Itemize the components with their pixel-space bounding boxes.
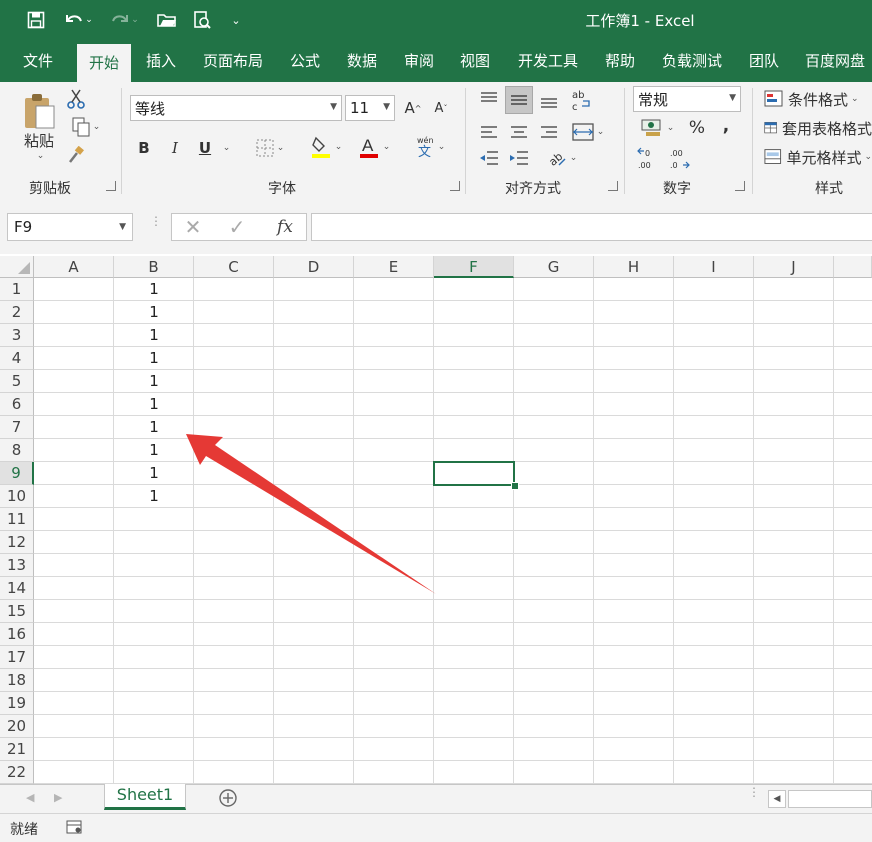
sheet-tab-sheet1[interactable]: Sheet1: [104, 784, 186, 810]
status-bar: 就绪: [0, 813, 872, 842]
new-sheet-icon[interactable]: [218, 788, 238, 808]
macro-record-icon[interactable]: [66, 820, 82, 834]
scroll-left-icon[interactable]: ◀: [768, 790, 786, 808]
status-ready: 就绪: [10, 822, 38, 838]
tab-split-grip-icon[interactable]: ⋮: [748, 786, 760, 806]
horizontal-scrollbar[interactable]: [788, 790, 872, 808]
next-sheet-icon[interactable]: ▶: [54, 791, 66, 805]
previous-sheet-icon[interactable]: ◀: [26, 791, 38, 805]
annotation-arrow: [186, 434, 436, 594]
sheet-tabs-bar: ◀ ▶ Sheet1 ⋮ ◀: [0, 784, 872, 813]
